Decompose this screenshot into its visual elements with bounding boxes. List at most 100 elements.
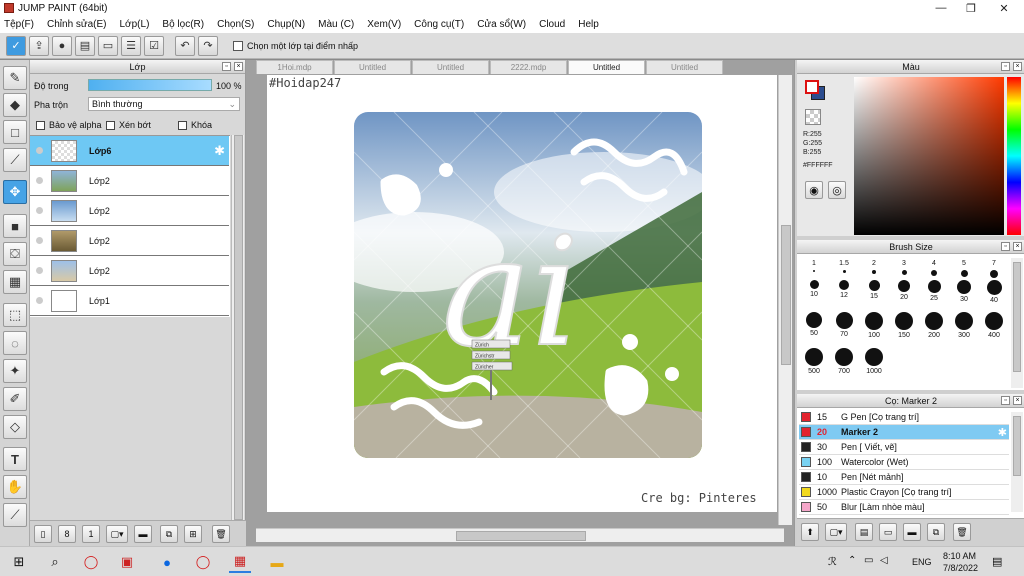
- layer-list-icon[interactable]: ☰: [121, 35, 141, 56]
- windows-start-icon[interactable]: ⊞: [8, 551, 30, 573]
- panel-close-icon[interactable]: ×: [1013, 396, 1022, 405]
- brush-size-option[interactable]: 4: [919, 260, 949, 276]
- brush-list-item[interactable]: 10 Pen [Nét mảnh]: [799, 470, 1009, 485]
- minimize-button[interactable]: —: [925, 0, 957, 16]
- brush-size-option[interactable]: 12: [829, 280, 859, 299]
- brush-size-option[interactable]: 200: [919, 312, 949, 339]
- zalo-icon[interactable]: ●: [156, 551, 178, 573]
- new-8bit-layer-icon[interactable]: 8: [58, 525, 76, 543]
- comment-icon[interactable]: ▤: [75, 35, 95, 56]
- new-1bit-layer-icon[interactable]: 1: [82, 525, 100, 543]
- layer-item[interactable]: Lớp1: [30, 286, 229, 316]
- brush-size-option[interactable]: 1.5: [829, 260, 859, 273]
- opera-icon[interactable]: ◯: [80, 551, 102, 573]
- brush-settings-icon[interactable]: ▤: [855, 523, 873, 541]
- palette-settings-icon[interactable]: ◎: [828, 181, 846, 199]
- brush-type-icon[interactable]: ▢▾: [825, 523, 847, 541]
- brush-size-option[interactable]: 1000: [859, 348, 889, 375]
- opacity-slider[interactable]: [88, 79, 212, 91]
- canvas-horizontal-scrollbar[interactable]: [256, 528, 784, 542]
- layer-scrollbar[interactable]: [231, 135, 244, 520]
- foreground-color-swatch[interactable]: [805, 80, 819, 94]
- menu-select[interactable]: Chọn(S): [217, 19, 254, 30]
- panel-close-icon[interactable]: ×: [1013, 62, 1022, 71]
- clip-checkbox[interactable]: Xén bớt: [106, 120, 151, 130]
- language-indicator[interactable]: ENG: [912, 557, 932, 567]
- visibility-icon[interactable]: [36, 267, 43, 274]
- brush-size-option[interactable]: 300: [949, 312, 979, 339]
- palette-icon[interactable]: ◉: [805, 181, 823, 199]
- visibility-icon[interactable]: [36, 147, 43, 154]
- speech-bubble-icon[interactable]: ●: [52, 35, 72, 56]
- eraser-tool-icon[interactable]: ◆: [3, 93, 27, 117]
- magic-wand-tool-icon[interactable]: ✦: [3, 359, 27, 383]
- people-icon[interactable]: ℛ: [828, 555, 837, 568]
- brush-list-item[interactable]: 15 G Pen [Cọ trang trí]: [799, 410, 1009, 425]
- brush-size-option[interactable]: 700: [829, 348, 859, 375]
- gear-icon[interactable]: ✱: [214, 143, 225, 159]
- color-swatch[interactable]: [805, 80, 827, 102]
- eyedropper-tool-icon[interactable]: ⟋: [3, 503, 27, 527]
- select-layer-checkbox[interactable]: [233, 40, 243, 51]
- rectangle-tool-icon[interactable]: □: [3, 120, 27, 144]
- file-explorer-icon[interactable]: ▬: [266, 551, 288, 573]
- menu-help[interactable]: Help: [578, 19, 599, 30]
- brush-size-option[interactable]: 5: [949, 260, 979, 277]
- canvas-vertical-scrollbar[interactable]: [778, 75, 792, 525]
- blend-mode-select[interactable]: Bình thường ⌄: [88, 97, 240, 111]
- brush-list-scrollbar[interactable]: [1011, 412, 1023, 512]
- menu-capture[interactable]: Chụp(N): [267, 19, 305, 30]
- brush-size-option[interactable]: 50: [799, 312, 829, 337]
- menu-layer[interactable]: Lớp(L): [120, 19, 150, 30]
- panel-close-icon[interactable]: ×: [234, 62, 243, 71]
- brush-list-item[interactable]: 50 Blur [Làm nhòe màu]: [799, 500, 1009, 515]
- brush-size-option[interactable]: 100: [859, 312, 889, 339]
- tab-document[interactable]: Untitled: [646, 60, 723, 74]
- menu-file[interactable]: Tệp(F): [4, 19, 34, 30]
- app-grid-icon[interactable]: ▣: [116, 551, 138, 573]
- volume-icon[interactable]: ◁: [880, 555, 888, 566]
- checklist-icon[interactable]: ☑: [144, 35, 164, 56]
- jump-paint-taskbar-icon[interactable]: ▦: [229, 551, 251, 573]
- duplicate-layer-icon[interactable]: ⧉: [160, 525, 178, 543]
- drawing-canvas[interactable]: #Hoidap247 ai Zürich Zürichstr Züricher …: [267, 75, 777, 512]
- menu-view[interactable]: Xem(V): [367, 19, 401, 30]
- panel-close-icon[interactable]: ×: [1013, 242, 1022, 251]
- brush-size-option[interactable]: 40: [979, 280, 1009, 304]
- text-tool-icon[interactable]: T: [3, 447, 27, 471]
- export-icon[interactable]: ⇪: [29, 35, 49, 56]
- menu-color[interactable]: Màu (C): [318, 19, 354, 30]
- menu-tools[interactable]: Công cụ(T): [414, 19, 464, 30]
- hand-tool-icon[interactable]: ✋: [3, 475, 27, 499]
- visibility-icon[interactable]: [36, 237, 43, 244]
- brush-size-option[interactable]: 1: [799, 260, 829, 272]
- bucket-tool-icon[interactable]: ⛋: [3, 242, 27, 266]
- redo-icon[interactable]: ↷: [198, 35, 218, 56]
- chevron-up-icon[interactable]: ⌃: [848, 555, 856, 566]
- duplicate-brush-icon[interactable]: ⧉: [927, 523, 945, 541]
- gradient-tool-icon[interactable]: ▦: [3, 270, 27, 294]
- tab-document[interactable]: 2222.mdp: [490, 60, 567, 74]
- panel-float-icon[interactable]: ▫: [1001, 396, 1010, 405]
- maximize-button[interactable]: ❐: [955, 0, 987, 16]
- brush-size-option[interactable]: 400: [979, 312, 1009, 339]
- brush-size-option[interactable]: 10: [799, 280, 829, 298]
- visibility-icon[interactable]: [36, 297, 43, 304]
- brush-size-option[interactable]: 3: [889, 260, 919, 275]
- menu-filter[interactable]: Bộ lọc(R): [162, 19, 204, 30]
- menu-cloud[interactable]: Cloud: [539, 19, 565, 30]
- new-layer-icon[interactable]: ▯: [34, 525, 52, 543]
- select-eraser-tool-icon[interactable]: ◇: [3, 415, 27, 439]
- hue-slider[interactable]: [1007, 77, 1021, 235]
- trash-icon[interactable]: 🗑: [953, 523, 971, 541]
- network-icon[interactable]: ▭: [864, 555, 873, 566]
- menu-window[interactable]: Cửa sổ(W): [477, 19, 526, 30]
- panel-float-icon[interactable]: ▫: [1001, 242, 1010, 251]
- merge-layer-icon[interactable]: ⊞: [184, 525, 202, 543]
- visibility-icon[interactable]: [36, 177, 43, 184]
- undo-icon[interactable]: ↶: [175, 35, 195, 56]
- folder-icon[interactable]: ▬: [134, 525, 152, 543]
- opera-gx-icon[interactable]: ◯: [192, 551, 214, 573]
- layer-item[interactable]: Lớp2: [30, 196, 229, 226]
- brush-size-option[interactable]: 7: [979, 260, 1009, 278]
